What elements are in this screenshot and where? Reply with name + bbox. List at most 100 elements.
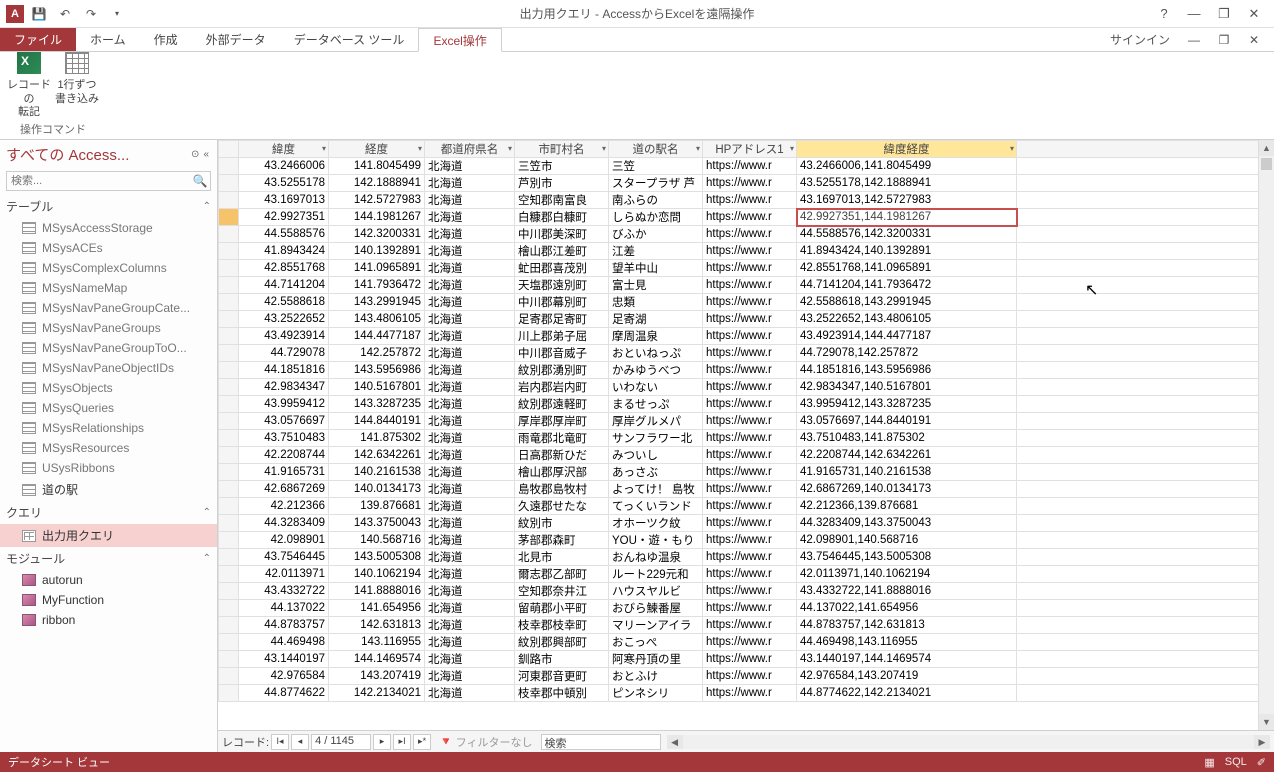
cell-station[interactable]: まるせっぷ [609,396,703,413]
cell-url[interactable]: https://www.r [703,464,797,481]
cell-lat[interactable]: 44.469498 [239,634,329,651]
cell-station[interactable]: 摩周温泉 [609,328,703,345]
cell-url[interactable]: https://www.r [703,345,797,362]
cell-latlng[interactable]: 43.5255178,142.1888941 [797,175,1017,192]
cell-lng[interactable]: 143.2991945 [329,294,425,311]
cell-station[interactable]: サンフラワー北 [609,430,703,447]
cell-lat[interactable]: 43.0576697 [239,413,329,430]
row-selector[interactable] [219,311,239,328]
row-selector[interactable] [219,430,239,447]
cell-lng[interactable]: 141.8888016 [329,583,425,600]
nav-module-item[interactable]: autorun [0,570,217,590]
cell-station[interactable]: 足寄湖 [609,311,703,328]
nav-table-item[interactable]: MSysNavPaneGroupCate... [0,298,217,318]
design-view-icon[interactable]: ✐ [1257,756,1266,769]
cell-station[interactable]: YOU・遊・もり [609,532,703,549]
prev-record-button[interactable]: ◂ [291,734,309,750]
scroll-thumb[interactable] [1261,158,1272,170]
cell-latlng[interactable]: 43.2466006,141.8045499 [797,158,1017,175]
cell-city[interactable]: 紋別郡興部町 [515,634,609,651]
cell-lat[interactable]: 42.9927351 [239,209,329,226]
row-selector[interactable] [219,464,239,481]
record-position[interactable]: 4 / 1145 [311,734,371,750]
cell-station[interactable]: いわない [609,379,703,396]
row-selector[interactable] [219,515,239,532]
cell-station[interactable]: おんねゆ温泉 [609,549,703,566]
first-record-button[interactable]: I◂ [271,734,289,750]
cell-pref[interactable]: 北海道 [425,277,515,294]
cell-lng[interactable]: 143.116955 [329,634,425,651]
collapse-icon[interactable]: ⌃ [203,553,211,564]
cell-city[interactable]: 枝幸郡枝幸町 [515,617,609,634]
cell-lng[interactable]: 141.654956 [329,600,425,617]
cell-url[interactable]: https://www.r [703,430,797,447]
cell-url[interactable]: https://www.r [703,243,797,260]
cell-url[interactable]: https://www.r [703,396,797,413]
cell-latlng[interactable]: 44.3283409,143.3750043 [797,515,1017,532]
cell-pref[interactable]: 北海道 [425,396,515,413]
cell-url[interactable]: https://www.r [703,311,797,328]
cell-latlng[interactable]: 42.976584,143.207419 [797,668,1017,685]
cell-station[interactable]: ハウスヤルビ [609,583,703,600]
cell-url[interactable]: https://www.r [703,379,797,396]
cell-pref[interactable]: 北海道 [425,175,515,192]
row-selector[interactable] [219,549,239,566]
cell-url[interactable]: https://www.r [703,600,797,617]
table-row[interactable]: 42.9834347140.5167801北海道岩内郡岩内町いわないhttps:… [219,379,1274,396]
table-row[interactable]: 44.5588576142.3200331北海道中川郡美深町びふかhttps:/… [219,226,1274,243]
cell-latlng[interactable]: 42.098901,140.568716 [797,532,1017,549]
table-row[interactable]: 41.9165731140.2161538北海道檜山郡厚沢部あっさぶhttps:… [219,464,1274,481]
scroll-right-icon[interactable]: ▶ [1254,735,1270,749]
qat-customize-icon[interactable]: ▾ [106,3,128,25]
table-row[interactable]: 44.8783757142.631813北海道枝幸郡枝幸町マリーンアイラhttp… [219,617,1274,634]
cell-station[interactable]: てっくいランド [609,498,703,515]
cell-station[interactable]: おといねっぷ [609,345,703,362]
cell-city[interactable]: 芦別市 [515,175,609,192]
cell-latlng[interactable]: 44.5588576,142.3200331 [797,226,1017,243]
cell-url[interactable]: https://www.r [703,192,797,209]
cell-lat[interactable]: 43.1440197 [239,651,329,668]
cell-lat[interactable]: 42.2208744 [239,447,329,464]
table-row[interactable]: 43.7510483141.875302北海道雨竜郡北竜町サンフラワー北http… [219,430,1274,447]
cell-lng[interactable]: 140.0134173 [329,481,425,498]
row-selector[interactable] [219,651,239,668]
cell-url[interactable]: https://www.r [703,498,797,515]
last-record-button[interactable]: ▸I [393,734,411,750]
cell-latlng[interactable]: 43.7546445,143.5005308 [797,549,1017,566]
cell-lat[interactable]: 42.212366 [239,498,329,515]
cell-latlng[interactable]: 42.0113971,140.1062194 [797,566,1017,583]
cell-lat[interactable]: 42.8551768 [239,260,329,277]
cell-lng[interactable]: 143.5956986 [329,362,425,379]
table-row[interactable]: 43.0576697144.8440191北海道厚岸郡厚岸町厚岸グルメパhttp… [219,413,1274,430]
cell-station[interactable]: よってけ！ 島牧 [609,481,703,498]
cell-station[interactable]: おとふけ [609,668,703,685]
cell-lng[interactable]: 144.8440191 [329,413,425,430]
nav-table-item[interactable]: 道の駅 [0,478,217,501]
cell-lng[interactable]: 140.1062194 [329,566,425,583]
cell-city[interactable]: 白糠郡白糠町 [515,209,609,226]
horizontal-scrollbar[interactable]: ◀ ▶ [667,735,1270,749]
cell-latlng[interactable]: 42.9927351,144.1981267 [797,209,1017,226]
column-header[interactable]: 経度▾ [329,141,425,158]
cell-url[interactable]: https://www.r [703,447,797,464]
cell-pref[interactable]: 北海道 [425,685,515,702]
cell-url[interactable]: https://www.r [703,175,797,192]
datasheet-view-icon[interactable]: ▦ [1204,756,1214,769]
table-row[interactable]: 44.469498143.116955北海道紋別郡興部町おこっぺhttps://… [219,634,1274,651]
cell-station[interactable]: 江差 [609,243,703,260]
cell-station[interactable]: あっさぶ [609,464,703,481]
cell-lng[interactable]: 142.2134021 [329,685,425,702]
cell-lng[interactable]: 141.875302 [329,430,425,447]
cell-lng[interactable]: 142.6342261 [329,447,425,464]
row-selector[interactable] [219,532,239,549]
row-selector[interactable] [219,328,239,345]
row-selector[interactable] [219,498,239,515]
search-icon[interactable]: 🔍 [190,174,210,188]
table-row[interactable]: 42.098901140.568716北海道茅部郡森町YOU・遊・もりhttps… [219,532,1274,549]
cell-url[interactable]: https://www.r [703,668,797,685]
cell-city[interactable]: 中川郡美深町 [515,226,609,243]
cell-station[interactable]: みついし [609,447,703,464]
cell-lat[interactable]: 42.6867269 [239,481,329,498]
cell-station[interactable]: しらぬか恋問 [609,209,703,226]
cell-pref[interactable]: 北海道 [425,362,515,379]
